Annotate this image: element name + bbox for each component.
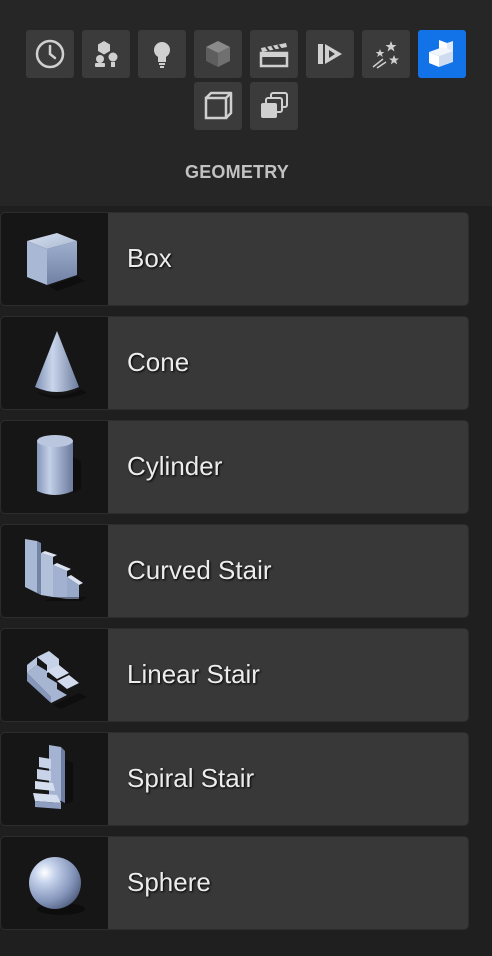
clapperboard-icon bbox=[259, 43, 289, 68]
item-label: Box bbox=[127, 243, 172, 273]
box-outline-icon bbox=[204, 91, 233, 120]
item-label: Sphere bbox=[127, 867, 211, 897]
spiral-stair-thumbnail-icon bbox=[32, 745, 73, 809]
item-thumbnail bbox=[1, 837, 108, 929]
linear-stair-thumbnail-icon bbox=[26, 651, 87, 709]
item-thumbnail bbox=[1, 629, 108, 721]
item-label: Linear Stair bbox=[127, 659, 260, 689]
lights-button[interactable] bbox=[138, 30, 186, 78]
play-volume-icon bbox=[318, 44, 342, 64]
visual-effects-button[interactable] bbox=[194, 30, 242, 78]
mode-toolbar-panel: GEOMETRY bbox=[0, 0, 492, 206]
list-item-cylinder[interactable]: Cylinder bbox=[0, 420, 469, 514]
stacked-layers-icon bbox=[261, 92, 288, 118]
curved-stair-thumbnail-icon bbox=[24, 539, 87, 601]
cinematic-button[interactable] bbox=[250, 30, 298, 78]
recent-clock-icon bbox=[35, 39, 65, 69]
list-item-linear-stair[interactable]: Linear Stair bbox=[0, 628, 469, 722]
list-item-box[interactable]: Box bbox=[0, 212, 469, 306]
mode-toolbar-row-1 bbox=[0, 30, 492, 78]
geometry-button[interactable] bbox=[418, 30, 466, 78]
item-thumbnail bbox=[1, 525, 108, 617]
item-label: Curved Stair bbox=[127, 555, 272, 585]
basic-shapes-button[interactable] bbox=[82, 30, 130, 78]
item-thumbnail bbox=[1, 213, 108, 305]
box-thumbnail-icon bbox=[26, 233, 85, 291]
item-label: Spiral Stair bbox=[127, 763, 255, 793]
effects-button[interactable] bbox=[362, 30, 410, 78]
list-item-cone[interactable]: Cone bbox=[0, 316, 469, 410]
cylinder-thumbnail-icon bbox=[36, 435, 81, 495]
basic-shapes-icon bbox=[95, 41, 118, 67]
recent-button[interactable] bbox=[26, 30, 74, 78]
layers-button[interactable] bbox=[250, 82, 298, 130]
sparkle-stars-icon bbox=[372, 41, 399, 69]
volumes-button[interactable] bbox=[306, 30, 354, 78]
item-label: Cone bbox=[127, 347, 190, 377]
lightbulb-icon bbox=[154, 42, 170, 68]
list-item-sphere[interactable]: Sphere bbox=[0, 836, 469, 930]
mode-toolbar-row-2 bbox=[0, 82, 492, 130]
list-item-curved-stair[interactable]: Curved Stair bbox=[0, 524, 469, 618]
item-label: Cylinder bbox=[127, 451, 223, 481]
item-thumbnail bbox=[1, 733, 108, 825]
list-item-spiral-stair[interactable]: Spiral Stair bbox=[0, 732, 469, 826]
brush-box-button[interactable] bbox=[194, 82, 242, 130]
cone-thumbnail-icon bbox=[34, 331, 87, 399]
sphere-thumbnail-icon bbox=[28, 857, 85, 915]
item-thumbnail bbox=[1, 421, 108, 513]
cube-icon bbox=[206, 41, 230, 67]
geometry-blocks-icon bbox=[429, 40, 453, 67]
item-thumbnail bbox=[1, 317, 108, 409]
section-title: GEOMETRY bbox=[185, 162, 289, 182]
